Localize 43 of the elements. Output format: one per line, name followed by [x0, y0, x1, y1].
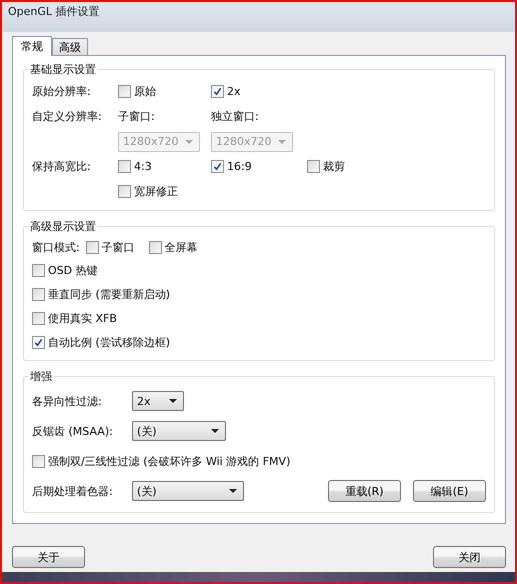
- window-title: OpenGL 插件设置: [8, 5, 100, 18]
- checkbox[interactable]: 原始: [118, 84, 156, 99]
- checkbox[interactable]: 全屏幕: [148, 240, 198, 254]
- button[interactable]: 关闭: [433, 546, 506, 568]
- field-label: 独立窗口:: [211, 109, 259, 124]
- checkbox[interactable]: 自动比例 (尝试移除边框): [32, 330, 486, 354]
- button[interactable]: 关于: [12, 546, 85, 568]
- tab[interactable]: 高级: [52, 38, 88, 55]
- field-label: 子窗口:: [118, 109, 155, 124]
- checkbox[interactable]: 宽屏修正: [118, 184, 178, 199]
- caret-icon: [185, 140, 193, 144]
- caret-icon: [229, 489, 237, 493]
- checkbox[interactable]: 4:3: [118, 160, 152, 173]
- checkbox[interactable]: 16:9: [211, 160, 252, 173]
- group-title: 高级显示设置: [29, 219, 97, 234]
- group-title: 增强: [29, 369, 53, 384]
- field-label: 各异向性过滤:: [32, 394, 103, 408]
- check-icon: [213, 162, 222, 171]
- check-icon: [213, 87, 222, 96]
- check-icon: [34, 338, 43, 346]
- field-label: 原始分辨率:: [32, 84, 92, 99]
- dropdown[interactable]: (关): [132, 481, 244, 501]
- dropdown[interactable]: (关): [132, 421, 226, 441]
- checkbox[interactable]: OSD 热键: [32, 258, 486, 282]
- caret-icon: [278, 140, 286, 144]
- field-label: 保持高宽比:: [32, 159, 92, 174]
- checkbox[interactable]: 子窗口: [86, 240, 135, 254]
- field-label: 窗口模式:: [32, 240, 80, 254]
- field-label: 后期处理着色器:: [32, 484, 114, 498]
- dropdown[interactable]: 2x: [132, 391, 184, 411]
- group-title: 基础显示设置: [29, 62, 97, 77]
- field-label: 自定义分辨率:: [32, 109, 103, 124]
- button[interactable]: 编辑(E): [413, 480, 486, 502]
- checkbox[interactable]: 强制双/三线性过滤 (会破坏许多 Wii 游戏的 FMV): [32, 454, 290, 468]
- button[interactable]: 重载(R): [328, 480, 401, 502]
- checkbox[interactable]: 裁剪: [307, 159, 345, 174]
- tab[interactable]: 常规: [12, 36, 52, 56]
- checkbox[interactable]: 垂直同步 (需要重新启动): [32, 282, 486, 306]
- checkbox[interactable]: 使用真实 XFB: [32, 306, 486, 330]
- caret-icon: [211, 429, 219, 433]
- caret-icon: [169, 399, 177, 403]
- field-label: 反锯齿 (MSAA):: [32, 424, 114, 438]
- checkbox[interactable]: 2x: [211, 85, 241, 98]
